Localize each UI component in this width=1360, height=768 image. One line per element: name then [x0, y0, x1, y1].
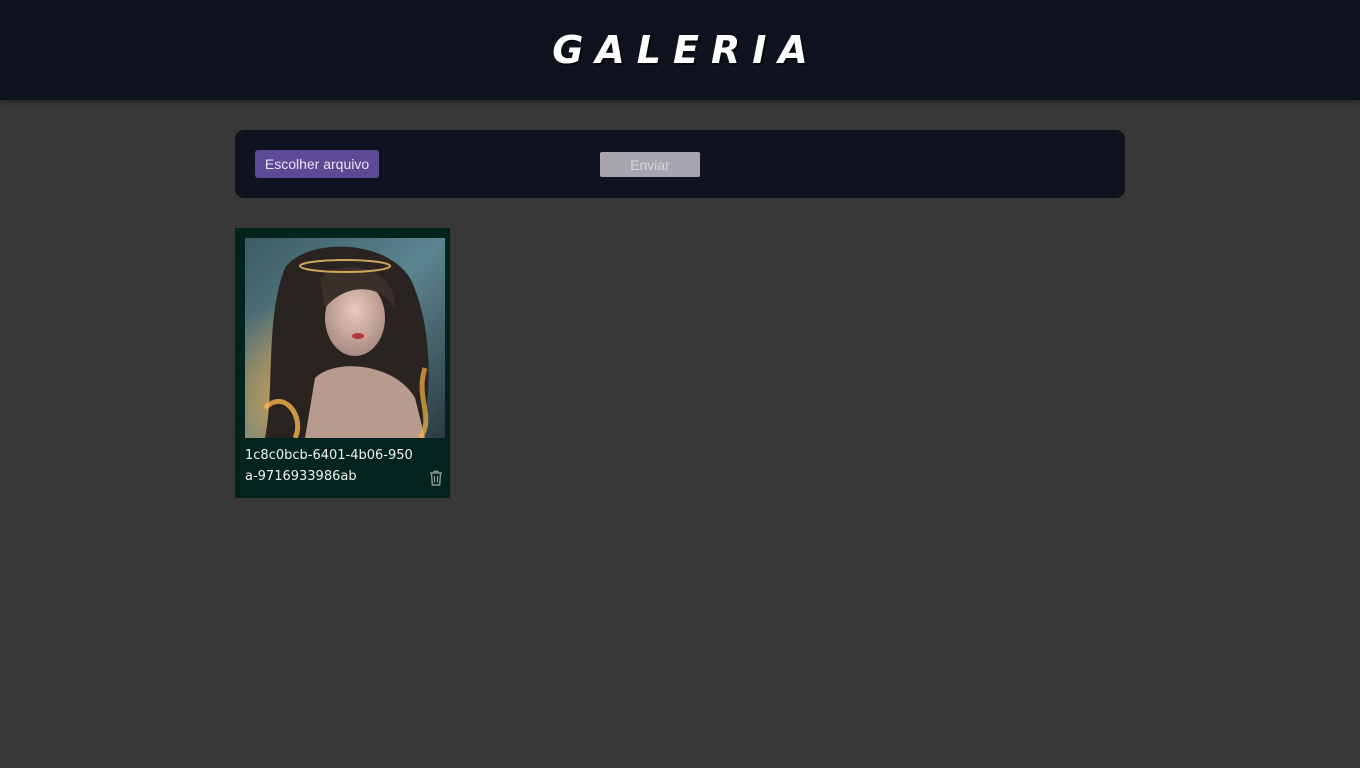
- send-button[interactable]: Enviar: [600, 152, 700, 177]
- trash-icon[interactable]: [427, 469, 445, 487]
- app-header: GALERIA: [0, 0, 1360, 100]
- upload-panel: Escolher arquivo Enviar: [235, 130, 1125, 198]
- choose-file-button[interactable]: Escolher arquivo: [255, 150, 379, 178]
- gallery-card: 1c8c0bcb-6401-4b06-950a-9716933986ab: [235, 228, 450, 498]
- page-title: GALERIA: [552, 28, 820, 72]
- gallery-image[interactable]: [245, 238, 445, 438]
- image-file-name: 1c8c0bcb-6401-4b06-950a-9716933986ab: [245, 448, 413, 484]
